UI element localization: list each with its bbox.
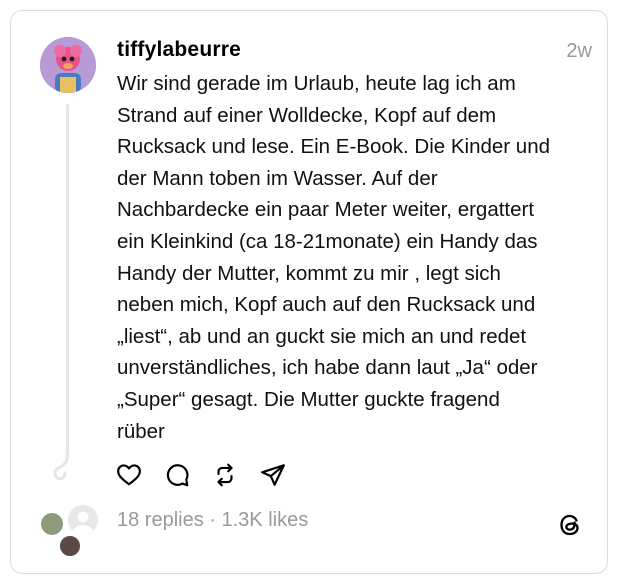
post-time[interactable]: 2w bbox=[566, 40, 592, 63]
repost-button[interactable] bbox=[212, 461, 260, 489]
user-avatar[interactable] bbox=[40, 37, 96, 93]
like-button[interactable] bbox=[116, 461, 164, 489]
username[interactable]: tiffylabeurre bbox=[117, 38, 241, 62]
reply-avatar bbox=[39, 511, 65, 537]
share-icon bbox=[261, 464, 285, 486]
reply-avatar bbox=[66, 503, 100, 537]
comment-icon bbox=[166, 464, 189, 487]
heart-icon bbox=[117, 464, 141, 486]
post-stats[interactable]: 18 replies · 1.3K likes bbox=[117, 509, 308, 532]
action-bar bbox=[116, 461, 308, 489]
post-text: Wir sind gerade im Urlaub, heute lag ich… bbox=[117, 72, 551, 443]
reply-button[interactable] bbox=[164, 461, 212, 489]
reply-avatar bbox=[58, 534, 82, 558]
repost-icon bbox=[217, 463, 233, 487]
threads-logo-icon[interactable] bbox=[556, 511, 584, 539]
thread-curl-icon bbox=[53, 450, 69, 481]
avatar-image bbox=[40, 37, 96, 93]
share-button[interactable] bbox=[260, 461, 308, 489]
default-avatar-icon bbox=[68, 505, 98, 535]
reply-avatars[interactable] bbox=[38, 503, 102, 559]
thread-line bbox=[66, 104, 69, 458]
